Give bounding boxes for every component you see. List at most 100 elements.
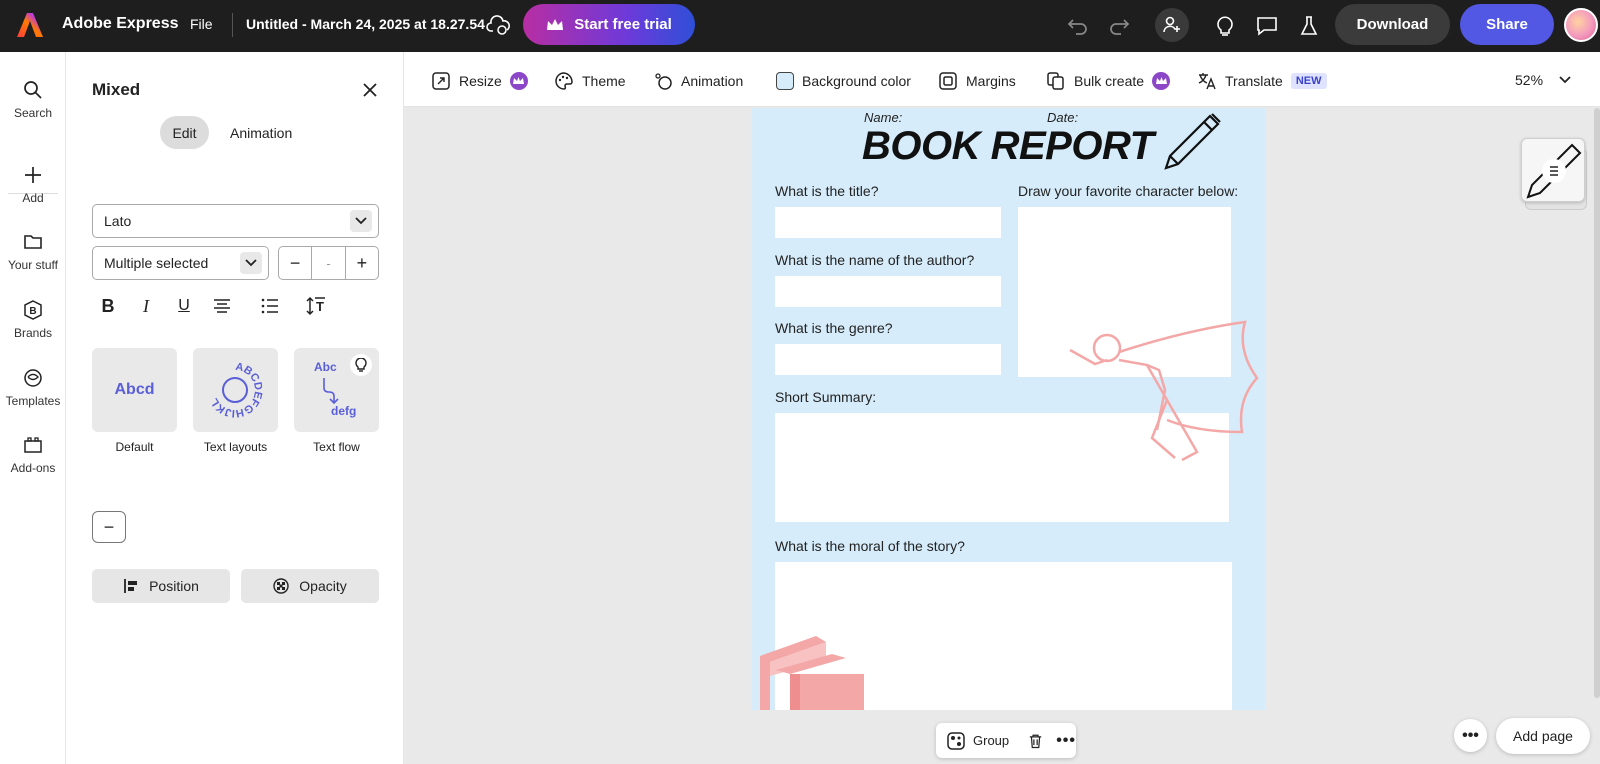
- document-title[interactable]: Untitled - March 24, 2025 at 18.27.54: [246, 16, 485, 32]
- rail-item-your-stuff[interactable]: Your stuff: [0, 232, 66, 272]
- page-more-options-icon[interactable]: •••: [1454, 719, 1487, 752]
- position-label: Position: [149, 578, 199, 594]
- margins-icon: [938, 71, 958, 91]
- font-size-select[interactable]: Multiple selected: [92, 246, 269, 280]
- invite-collaborator-icon[interactable]: [1155, 8, 1189, 42]
- zoom-value: 52%: [1515, 72, 1543, 88]
- cloud-sync-icon[interactable]: [486, 14, 512, 36]
- line-spacing-icon[interactable]: T: [304, 294, 328, 318]
- bulk-create-label: Bulk create: [1074, 73, 1144, 89]
- plus-icon: [23, 165, 43, 185]
- pen-icon: [1162, 112, 1222, 170]
- delete-trash-icon[interactable]: [1029, 732, 1042, 750]
- animation-button[interactable]: Animation: [653, 70, 743, 92]
- resize-button[interactable]: Resize: [431, 70, 528, 92]
- font-family-select[interactable]: Lato: [92, 204, 379, 238]
- tab-edit[interactable]: Edit: [160, 116, 209, 149]
- undo-icon[interactable]: [1065, 13, 1091, 39]
- rail-item-search[interactable]: Search: [0, 80, 66, 120]
- animation-icon: [653, 71, 673, 91]
- opacity-checker-icon: [273, 578, 289, 594]
- author-answer-box[interactable]: [775, 276, 1001, 307]
- doc-date-label: Date:: [1047, 110, 1078, 125]
- close-icon[interactable]: [360, 80, 380, 100]
- resize-label: Resize: [459, 73, 502, 89]
- opacity-button[interactable]: Opacity: [241, 569, 379, 603]
- download-button[interactable]: Download: [1335, 4, 1450, 45]
- circular-text-preview-icon: ABCDEFGHIJKL: [193, 348, 278, 432]
- new-badge: NEW: [1291, 73, 1327, 89]
- animation-label: Animation: [681, 73, 743, 89]
- comment-icon[interactable]: [1254, 13, 1280, 39]
- text-layouts-preview: ABCDEFGHIJKL: [208, 361, 264, 419]
- premium-crown-icon: [1152, 72, 1170, 90]
- group-button[interactable]: Group: [936, 732, 1009, 750]
- adobe-express-logo-icon[interactable]: [16, 11, 44, 39]
- italic-icon[interactable]: I: [134, 294, 158, 318]
- flow-arrow-icon: [320, 376, 340, 406]
- text-layouts-card[interactable]: ABCDEFGHIJKL: [193, 348, 278, 432]
- background-swatch-icon: [776, 72, 794, 90]
- background-color-button[interactable]: Background color: [776, 70, 911, 92]
- page-thumbnail[interactable]: [1521, 138, 1589, 211]
- share-button[interactable]: Share: [1460, 4, 1554, 45]
- add-page-button[interactable]: Add page: [1496, 718, 1590, 754]
- default-preview: Abcd: [115, 381, 155, 399]
- palette-icon: [554, 71, 574, 91]
- lightbulb-icon[interactable]: [1212, 13, 1238, 39]
- theme-button[interactable]: Theme: [554, 70, 626, 92]
- rail-item-add[interactable]: Add: [0, 165, 66, 205]
- size-stepper-value[interactable]: -: [311, 247, 345, 279]
- tab-animation[interactable]: Animation: [230, 116, 292, 149]
- superhero-illustration[interactable]: [1067, 320, 1262, 470]
- document-page[interactable]: Name: Date: BOOK REPORT What is the titl…: [752, 108, 1265, 710]
- user-avatar[interactable]: [1564, 8, 1598, 42]
- start-free-trial-label: Start free trial: [574, 16, 672, 33]
- more-options-icon[interactable]: •••: [1056, 732, 1076, 750]
- title-answer-box[interactable]: [775, 207, 1001, 238]
- text-style-default-card[interactable]: Abcd: [92, 348, 177, 432]
- margins-label: Margins: [966, 73, 1016, 89]
- collapse-button[interactable]: −: [92, 511, 126, 543]
- bulk-create-button[interactable]: Bulk create: [1046, 70, 1170, 92]
- chevron-down-icon: [240, 252, 262, 274]
- svg-text:T: T: [316, 299, 324, 314]
- books-illustration[interactable]: [756, 636, 866, 710]
- font-family-value: Lato: [104, 213, 131, 229]
- rail-item-addons[interactable]: Add-ons: [0, 435, 66, 475]
- text-flow-card[interactable]: Abc defg: [294, 348, 379, 432]
- bullet-list-icon[interactable]: [258, 294, 282, 318]
- position-button[interactable]: Position: [92, 569, 230, 603]
- font-size-value: Multiple selected: [104, 255, 208, 271]
- premium-crown-icon: [510, 72, 528, 90]
- opacity-label: Opacity: [299, 578, 346, 594]
- align-icon[interactable]: [210, 294, 234, 318]
- vertical-scrollbar[interactable]: [1594, 108, 1600, 698]
- underline-icon[interactable]: U: [172, 294, 196, 318]
- decrease-size-button[interactable]: −: [279, 247, 311, 279]
- increase-size-button[interactable]: +: [346, 247, 378, 279]
- pen-thumbnail-icon: [1522, 139, 1586, 203]
- app-name: Adobe Express: [62, 15, 178, 33]
- card-label-text-layouts: Text layouts: [188, 440, 283, 454]
- margins-button[interactable]: Margins: [938, 70, 1016, 92]
- text-flow-preview-bottom: defg: [331, 404, 356, 418]
- svg-text:ABCDEFGHIJKL: ABCDEFGHIJKL: [208, 361, 264, 419]
- question-genre: What is the genre?: [775, 320, 893, 336]
- start-free-trial-button[interactable]: Start free trial: [523, 4, 695, 45]
- rail-label-your-stuff: Your stuff: [8, 258, 58, 272]
- labs-flask-icon[interactable]: [1296, 13, 1322, 39]
- rail-item-brands[interactable]: B Brands: [0, 300, 66, 340]
- rail-item-templates[interactable]: Templates: [0, 368, 66, 408]
- genre-answer-box[interactable]: [775, 344, 1001, 375]
- redo-icon[interactable]: [1106, 13, 1132, 39]
- brand-icon: B: [23, 300, 43, 320]
- translate-button[interactable]: Translate NEW: [1197, 70, 1327, 92]
- doc-heading[interactable]: BOOK REPORT: [862, 124, 1154, 169]
- file-menu[interactable]: File: [190, 16, 213, 32]
- background-color-label: Background color: [802, 73, 911, 89]
- bold-icon[interactable]: B: [96, 294, 120, 318]
- topbar-divider: [232, 13, 233, 37]
- left-rail: Search Add Your stuff B Brands Templates…: [0, 52, 66, 764]
- zoom-select[interactable]: 52%: [1515, 72, 1571, 88]
